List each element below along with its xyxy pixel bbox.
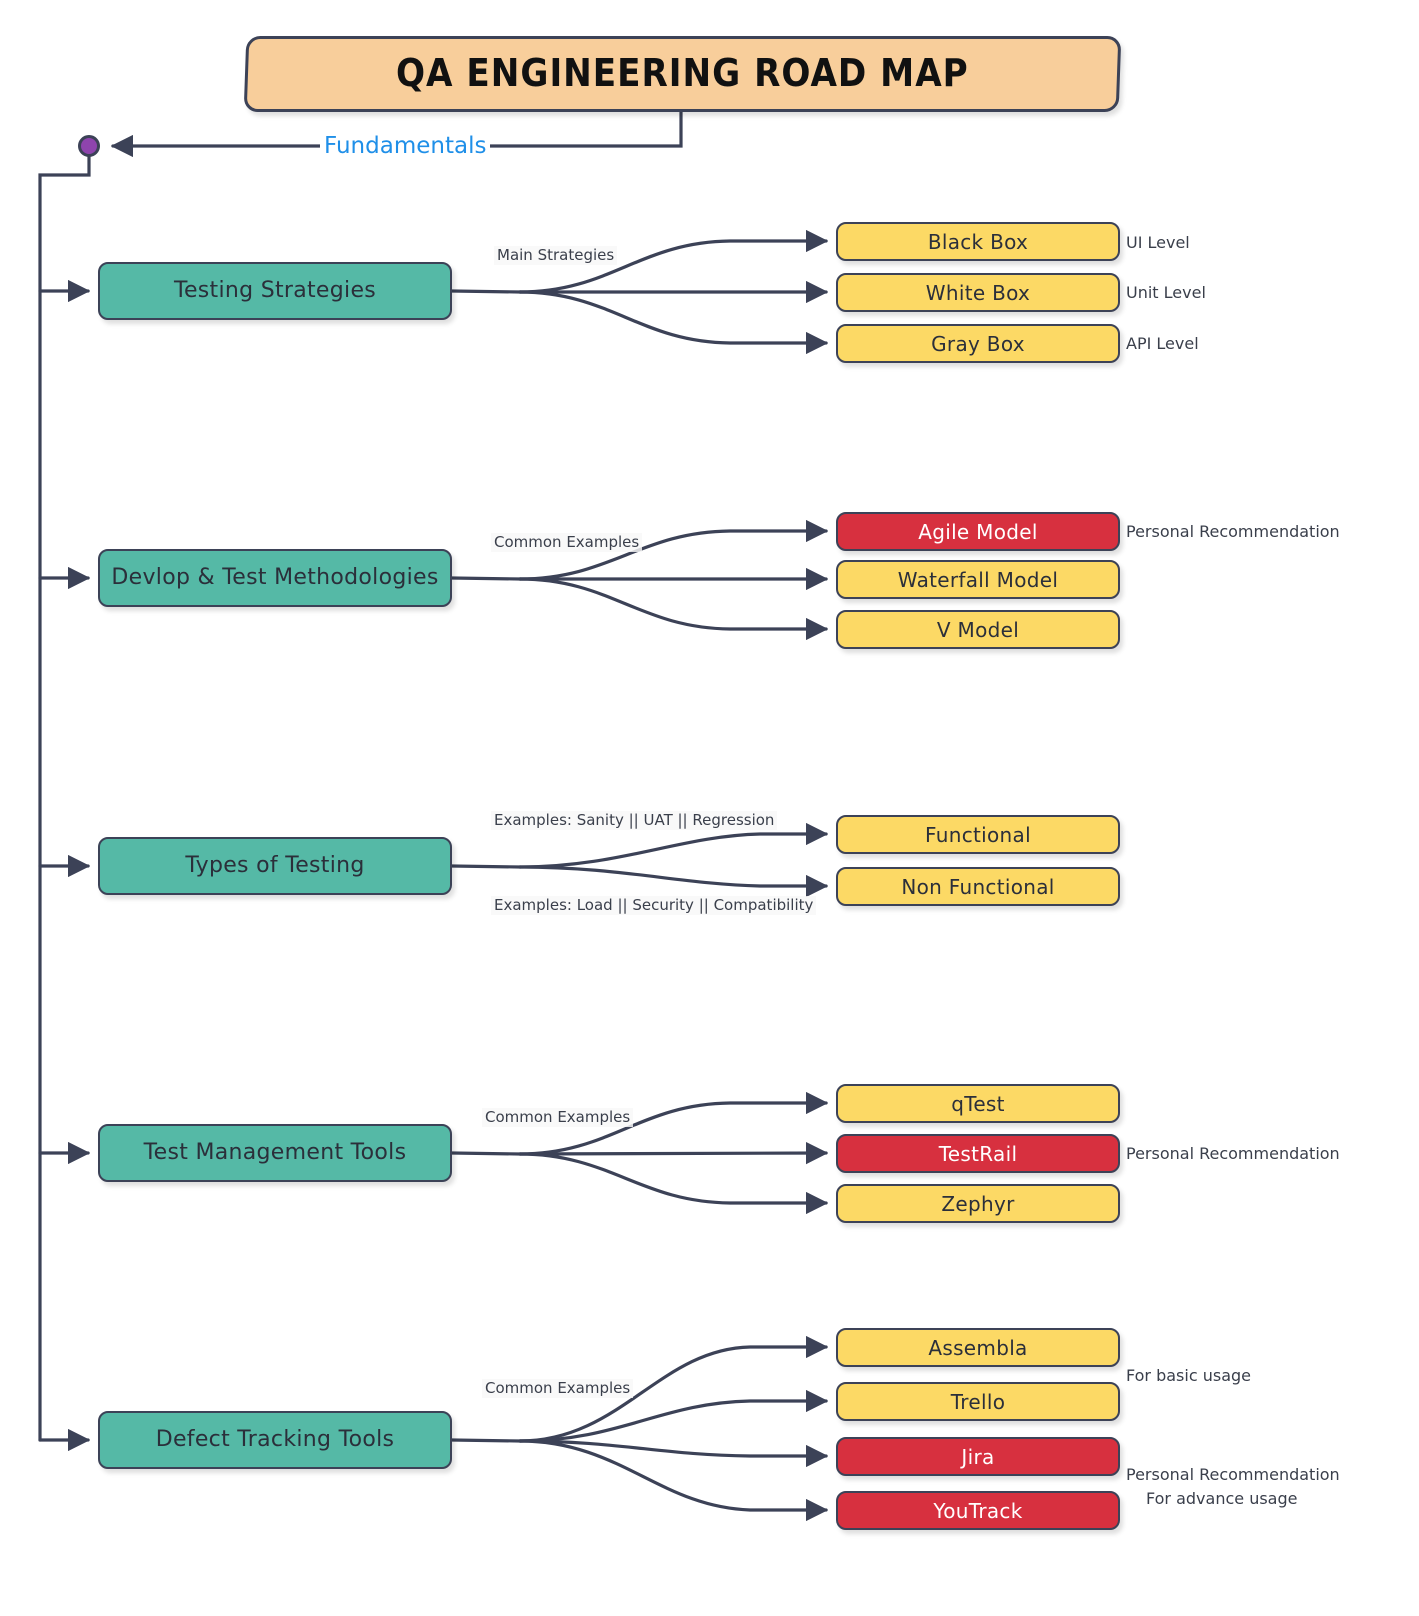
leaf-youtrack[interactable]: YouTrack [836, 1491, 1120, 1530]
leaf-label: Zephyr [941, 1191, 1015, 1216]
root-label: Fundamentals [320, 133, 491, 159]
edge-ts-trunk [450, 289, 522, 294]
edge-dt-trunk [450, 1438, 522, 1443]
category-label: Test Management Tools [143, 1139, 407, 1165]
roadmap-canvas: QA ENGINEERING ROAD MAP Fundamentals Tes… [0, 0, 1419, 1616]
leaf-label: Trello [950, 1389, 1006, 1414]
edge-tm-zephyr [518, 1152, 829, 1215]
edge-tm-trunk [450, 1151, 522, 1156]
leaf-label: Non Functional [901, 874, 1055, 899]
leaf-label: qTest [951, 1091, 1005, 1116]
leaf-label: Agile Model [918, 519, 1038, 544]
edge-tt-trunk [450, 864, 522, 869]
leaf-agile-model[interactable]: Agile Model [836, 512, 1120, 551]
leaf-jira[interactable]: Jira [836, 1437, 1120, 1476]
edge-md-trunk [450, 576, 522, 581]
leaf-black-box[interactable]: Black Box [836, 222, 1120, 261]
category-label: Testing Strategies [173, 277, 377, 303]
category-methodologies[interactable]: Devlop & Test Methodologies [98, 549, 452, 607]
leaf-v-model[interactable]: V Model [836, 610, 1120, 649]
leaf-functional[interactable]: Functional [836, 815, 1120, 854]
leaf-gray-box[interactable]: Gray Box [836, 324, 1120, 363]
note-agile-recommendation: Personal Recommendation [1126, 522, 1340, 541]
edge-tm-testrail [518, 1141, 829, 1165]
edge-tt-functional [518, 822, 829, 869]
note-api-level: API Level [1126, 334, 1199, 353]
note-ui-level: UI Level [1126, 233, 1190, 252]
leaf-label: Jira [961, 1444, 995, 1469]
category-types-of-testing[interactable]: Types of Testing [98, 837, 452, 895]
leaf-white-box[interactable]: White Box [836, 273, 1120, 312]
category-defect-tracking-tools[interactable]: Defect Tracking Tools [98, 1411, 452, 1469]
category-testing-strategies[interactable]: Testing Strategies [98, 262, 452, 320]
note-jira-recommendation: Personal Recommendation [1126, 1465, 1340, 1484]
leaf-waterfall-model[interactable]: Waterfall Model [836, 560, 1120, 599]
edge-label-nonfunctional-examples: Examples: Load || Security || Compatibil… [491, 896, 817, 916]
category-test-management-tools[interactable]: Test Management Tools [98, 1124, 452, 1182]
note-unit-level: Unit Level [1126, 283, 1206, 302]
spine [38, 155, 91, 1442]
edge-label-main-strategies: Main Strategies [494, 246, 618, 266]
edge-md-vmodel [518, 577, 829, 641]
category-label: Types of Testing [185, 852, 365, 878]
root-dot[interactable] [78, 135, 100, 157]
leaf-label: V Model [936, 617, 1020, 642]
leaf-assembla[interactable]: Assembla [836, 1328, 1120, 1367]
leaf-label: YouTrack [933, 1498, 1023, 1523]
edge-label-common-examples-test-management: Common Examples [482, 1108, 634, 1128]
leaf-label: TestRail [938, 1141, 1018, 1166]
edge-dt-youtrack [518, 1439, 829, 1522]
edge-label-functional-examples: Examples: Sanity || UAT || Regression [491, 811, 778, 831]
edge-ts-gray-box [518, 290, 829, 355]
leaf-label: Black Box [927, 229, 1029, 254]
leaf-qtest[interactable]: qTest [836, 1084, 1120, 1123]
leaf-zephyr[interactable]: Zephyr [836, 1184, 1120, 1223]
category-label: Devlop & Test Methodologies [111, 564, 439, 590]
category-label: Defect Tracking Tools [155, 1426, 395, 1452]
leaf-label: Assembla [928, 1335, 1028, 1360]
edge-label-common-examples-defect-tracking: Common Examples [482, 1379, 634, 1399]
edge-dt-trello [518, 1389, 829, 1443]
page-title-text: QA ENGINEERING ROAD MAP [396, 51, 969, 96]
leaf-testrail[interactable]: TestRail [836, 1134, 1120, 1173]
note-basic-usage: For basic usage [1126, 1366, 1251, 1385]
page-title: QA ENGINEERING ROAD MAP [243, 36, 1122, 112]
edge-dt-jira [518, 1439, 829, 1468]
leaf-label: Functional [925, 822, 1031, 847]
note-testrail-recommendation: Personal Recommendation [1126, 1144, 1340, 1163]
leaf-label: Gray Box [931, 331, 1025, 356]
note-advance-usage: For advance usage [1146, 1489, 1298, 1508]
leaf-label: White Box [925, 280, 1031, 305]
leaf-trello[interactable]: Trello [836, 1382, 1120, 1421]
edge-tt-nonfunctional [518, 865, 829, 898]
leaf-non-functional[interactable]: Non Functional [836, 867, 1120, 906]
edge-label-common-examples-methodologies: Common Examples [491, 533, 643, 553]
leaf-label: Waterfall Model [897, 567, 1059, 592]
